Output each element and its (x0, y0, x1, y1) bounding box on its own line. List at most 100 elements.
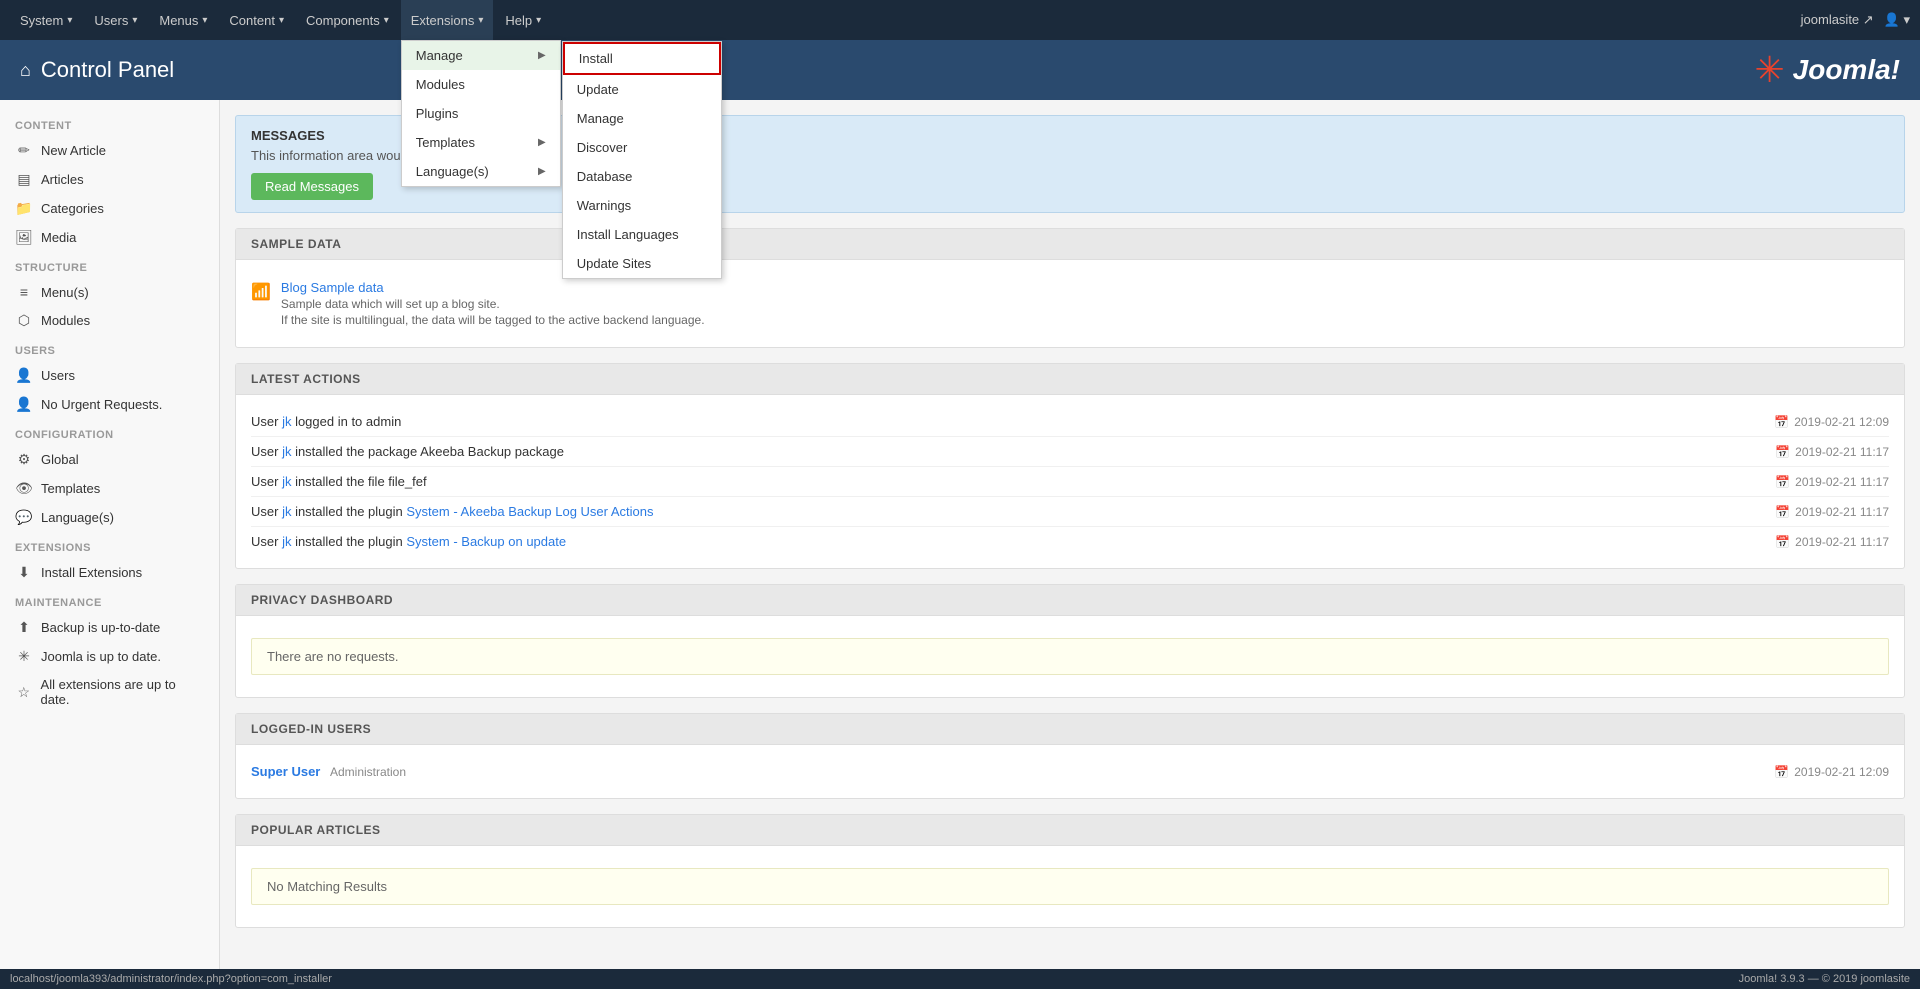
submenu-update[interactable]: Update (563, 75, 721, 104)
sidebar-item-templates[interactable]: 👁 Templates (0, 474, 219, 503)
nav-components-caret: ▾ (384, 15, 389, 26)
user-icon[interactable]: 👤 ▾ (1884, 12, 1910, 28)
sidebar-item-joomla-uptodate: ✳ Joomla is up to date. (0, 642, 219, 671)
nav-menus[interactable]: Menus ▾ (149, 0, 217, 40)
nav-users[interactable]: Users ▾ (84, 0, 147, 40)
submenu-database[interactable]: Database (563, 162, 721, 191)
extensions-templates-item[interactable]: Templates ▶ (402, 128, 560, 157)
action-text-1: User jk installed the package Akeeba Bac… (251, 444, 564, 459)
latest-actions-body: User jk logged in to admin 📅 2019-02-21 … (236, 395, 1904, 568)
no-requests-box: There are no requests. (251, 638, 1889, 675)
blog-sample-link[interactable]: Blog Sample data (281, 280, 384, 295)
submenu-discover[interactable]: Discover (563, 133, 721, 162)
submenu-install[interactable]: Install (563, 42, 721, 75)
logged-user-cal-icon-0: 📅 (1774, 765, 1789, 779)
nav-menus-label: Menus (159, 13, 198, 28)
sidebar-section-extensions-label: EXTENSIONS (0, 532, 219, 558)
joomla-logo-icon: ✳ (1754, 49, 1784, 91)
popular-articles-body: No Matching Results (236, 846, 1904, 927)
action-row-4: User jk installed the plugin System - Ba… (251, 527, 1889, 556)
home-icon[interactable]: ⌂ (20, 60, 31, 81)
logged-user-name-0[interactable]: Super User (251, 764, 320, 779)
extensions-languages-item[interactable]: Language(s) ▶ (402, 157, 560, 186)
sidebar-users-label: Users (41, 368, 75, 383)
sidebar-global-label: Global (41, 452, 79, 467)
sidebar-item-menus[interactable]: ≡ Menu(s) (0, 278, 219, 306)
nav-right: joomlasite ↗ 👤 ▾ (1801, 12, 1910, 28)
templates-submenu-arrow-icon: ▶ (538, 137, 546, 148)
nav-components[interactable]: Components ▾ (296, 0, 399, 40)
extensions-manage-label: Manage (416, 48, 463, 63)
main-content: MESSAGES This information area would req… (220, 100, 1920, 969)
nav-extensions-label: Extensions (411, 13, 475, 28)
action-date-1: 📅 2019-02-21 11:17 (1775, 445, 1889, 459)
submenu-install-label: Install (579, 51, 613, 66)
sidebar-item-media[interactable]: 🖼 Media (0, 223, 219, 252)
sidebar-item-languages[interactable]: 💬 Language(s) (0, 503, 219, 532)
sidebar-section-configuration-label: CONFIGURATION (0, 419, 219, 445)
submenu-manage[interactable]: Manage (563, 104, 721, 133)
edit-icon: ✏ (15, 142, 33, 159)
top-nav: System ▾ Users ▾ Menus ▾ Content ▾ Compo… (0, 0, 1920, 40)
privacy-dashboard-card: PRIVACY DASHBOARD There are no requests. (235, 584, 1905, 698)
action-text-4: User jk installed the plugin System - Ba… (251, 534, 566, 549)
sidebar-item-articles[interactable]: ▤ Articles (0, 165, 219, 194)
extensions-modules-item[interactable]: Modules (402, 70, 560, 99)
sidebar-item-no-urgent: 👤 No Urgent Requests. (0, 390, 219, 419)
sample-data-header: SAMPLE DATA (236, 229, 1904, 260)
action-date-3: 📅 2019-02-21 11:17 (1775, 505, 1889, 519)
joomla-logo-text: Joomla! (1793, 54, 1900, 86)
sidebar-item-users[interactable]: 👤 Users (0, 361, 219, 390)
joomla-logo: ✳ Joomla! (1754, 49, 1900, 91)
nav-content[interactable]: Content ▾ (219, 0, 294, 40)
submenu-install-languages[interactable]: Install Languages (563, 220, 721, 249)
main-layout: CONTENT ✏ New Article ▤ Articles 📁 Categ… (0, 100, 1920, 969)
joomla-uptodate-icon: ✳ (15, 648, 33, 665)
nav-extensions[interactable]: Extensions ▾ (401, 0, 494, 40)
sidebar-item-new-article[interactable]: ✏ New Article (0, 136, 219, 165)
submenu-install-languages-label: Install Languages (577, 227, 679, 242)
nav-users-label: Users (94, 13, 128, 28)
nav-help-caret: ▾ (536, 15, 541, 26)
extensions-plugins-item[interactable]: Plugins (402, 99, 560, 128)
submenu-update-sites[interactable]: Update Sites (563, 249, 721, 278)
submenu-arrow-icon: ▶ (538, 50, 546, 61)
status-url: localhost/joomla393/administrator/index.… (10, 973, 332, 985)
sidebar-item-modules[interactable]: ⬡ Modules (0, 306, 219, 335)
manage-container: Manage ▶ Install Update Manage (402, 41, 560, 70)
action-link-4[interactable]: System - Backup on update (406, 534, 566, 549)
nav-content-label: Content (229, 13, 275, 28)
sidebar-section-structure-label: STRUCTURE (0, 252, 219, 278)
extensions-plugins-label: Plugins (416, 106, 459, 121)
sidebar-section-maintenance-label: MAINTENANCE (0, 587, 219, 613)
users-icon: 👤 (15, 367, 33, 384)
extensions-templates-label: Templates (416, 135, 475, 150)
nav-content-caret: ▾ (279, 15, 284, 26)
page-title-container: ⌂ Control Panel (20, 57, 174, 83)
status-bar: localhost/joomla393/administrator/index.… (0, 969, 1920, 989)
logged-user-date-0: 📅 2019-02-21 12:09 (1774, 765, 1889, 779)
sidebar-item-global[interactable]: ⚙ Global (0, 445, 219, 474)
sidebar-item-categories[interactable]: 📁 Categories (0, 194, 219, 223)
extensions-manage-item[interactable]: Manage ▶ (402, 41, 560, 70)
sidebar-item-extensions-uptodate: ☆ All extensions are up to date. (0, 671, 219, 713)
blog-sample-desc: Sample data which will set up a blog sit… (281, 297, 705, 311)
action-text-0: User jk logged in to admin (251, 414, 401, 429)
submenu-discover-label: Discover (577, 140, 628, 155)
calendar-icon-1: 📅 (1775, 445, 1790, 459)
nav-help[interactable]: Help ▾ (495, 0, 551, 40)
read-messages-button[interactable]: Read Messages (251, 173, 373, 200)
sidebar-item-install-extensions[interactable]: ⬇ Install Extensions (0, 558, 219, 587)
blog-sample-desc2: If the site is multilingual, the data wi… (281, 313, 705, 327)
action-link-3[interactable]: System - Akeeba Backup Log User Actions (406, 504, 653, 519)
sample-data-body: 📶 Blog Sample data Sample data which wil… (236, 260, 1904, 347)
extensions-dropdown: Manage ▶ Install Update Manage (401, 40, 561, 187)
wifi-icon: 📶 (251, 282, 271, 302)
sidebar-languages-label: Language(s) (41, 510, 114, 525)
sidebar-item-backup: ⬆ Backup is up-to-date (0, 613, 219, 642)
nav-system[interactable]: System ▾ (10, 0, 82, 40)
submenu-warnings[interactable]: Warnings (563, 191, 721, 220)
sidebar-templates-label: Templates (41, 481, 100, 496)
sidebar-install-extensions-label: Install Extensions (41, 565, 142, 580)
site-link[interactable]: joomlasite ↗ (1801, 12, 1874, 28)
